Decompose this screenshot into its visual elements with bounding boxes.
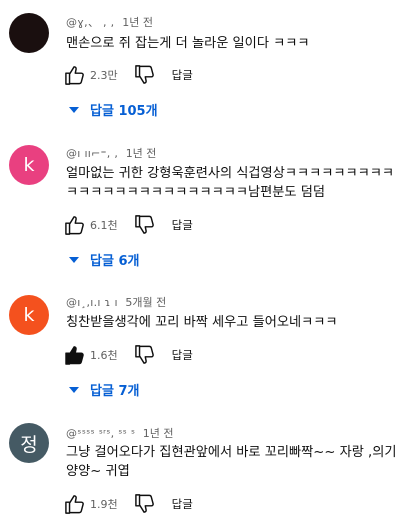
dislike-button[interactable] [134, 65, 156, 85]
comment-author[interactable]: @ı ıı⌐⁼, , [66, 147, 118, 160]
replies-label: 답글 6개 [90, 254, 140, 269]
avatar[interactable]: k [9, 145, 49, 185]
comment-actions: 1.9천 답글 [64, 493, 193, 515]
avatar[interactable] [9, 13, 49, 53]
comment-author[interactable]: @ı¸,ı.ı ɿ ı [66, 296, 118, 309]
thumbs-up-icon [65, 495, 84, 514]
thumbs-up-icon [65, 66, 84, 85]
replies-label: 답글 105개 [90, 104, 158, 119]
comment-text: 그냥 걸어오다가 집현관앞에서 바로 꼬리빠짝~~ 자랑 ,의기양양~ 귀엽 [66, 445, 397, 479]
comment-meta: @ı¸,ı.ı ɿ ı 5개월 전 [66, 294, 166, 310]
view-replies-button[interactable]: 답글 7개 [68, 380, 139, 399]
like-count: 1.9천 [90, 498, 118, 511]
like-button[interactable] [64, 345, 86, 365]
avatar[interactable]: k [9, 295, 49, 335]
comment-actions: 1.6천 답글 [64, 344, 193, 366]
comment-meta: @ı ıı⌐⁼, , 1년 전 [66, 145, 156, 161]
dislike-button[interactable] [134, 345, 156, 365]
like-button[interactable] [64, 215, 86, 235]
like-button[interactable] [64, 494, 86, 514]
avatar-letter: k [23, 304, 35, 326]
comment-time[interactable]: 5개월 전 [125, 296, 166, 309]
comment-text: 맨손으로 쥐 잡는게 더 놀라운 일이다 ㅋㅋㅋ [66, 36, 310, 51]
reply-button[interactable]: 답글 [172, 67, 193, 83]
like-button[interactable] [64, 65, 86, 85]
reply-button[interactable]: 답글 [172, 347, 193, 363]
thumbs-down-icon [134, 65, 154, 84]
caret-down-icon [69, 106, 79, 113]
avatar-letter: 정 [20, 433, 38, 456]
view-replies-button[interactable]: 답글 105개 [68, 100, 158, 119]
view-replies-button[interactable]: 답글 6개 [68, 250, 139, 269]
comment-meta: @ˢˢˢˢ ˢʳˢ, ˢˢ ˢ 1년 전 [66, 425, 174, 441]
comment-time[interactable]: 1년 전 [143, 427, 174, 440]
comment-text: 칭찬받을생각에 꼬리 바짝 세우고 들어오네ㅋㅋㅋ [66, 315, 338, 330]
thumbs-down-icon [134, 215, 154, 234]
comment-time[interactable]: 1년 전 [126, 147, 157, 160]
reply-button[interactable]: 답글 [172, 496, 193, 512]
comment-author[interactable]: @ɣ,、 , , [66, 16, 118, 29]
comment-meta: @ɣ,、 , , 1년 전 [66, 14, 153, 30]
comment-time[interactable]: 1년 전 [122, 16, 153, 29]
avatar-letter: k [23, 154, 35, 176]
caret-down-icon [69, 386, 79, 393]
comment-actions: 2.3만 답글 [64, 64, 193, 86]
dislike-button[interactable] [134, 494, 156, 514]
like-count: 2.3만 [90, 69, 118, 82]
dislike-button[interactable] [134, 215, 156, 235]
comment-author[interactable]: @ˢˢˢˢ ˢʳˢ, ˢˢ ˢ [66, 427, 135, 440]
thumbs-up-icon [65, 216, 84, 235]
like-count: 6.1천 [90, 219, 118, 232]
avatar[interactable]: 정 [9, 423, 49, 463]
comment-text: 얼마없는 귀한 강형욱훈련사의 식겁영상ㅋㅋㅋㅋㅋㅋㅋㅋㅋㅋㅋㅋㅋㅋㅋㅋㅋㅋㅋㅋ… [66, 166, 395, 200]
replies-label: 답글 7개 [90, 384, 140, 399]
thumbs-down-icon [134, 345, 154, 364]
comment-actions: 6.1천 답글 [64, 214, 193, 236]
reply-button[interactable]: 답글 [172, 217, 193, 233]
thumbs-up-filled-icon [65, 346, 84, 365]
thumbs-down-icon [134, 494, 154, 513]
caret-down-icon [69, 256, 79, 263]
like-count: 1.6천 [90, 349, 118, 362]
